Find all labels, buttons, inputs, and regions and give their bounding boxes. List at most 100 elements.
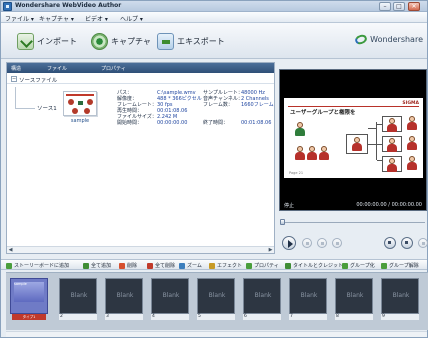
slot-number: 4	[151, 314, 189, 320]
user-figure-icon	[294, 122, 306, 136]
stop-icon	[306, 242, 309, 245]
close-button[interactable]: ✕	[408, 2, 420, 11]
clip-frame[interactable]: sample	[10, 278, 48, 314]
storyboard-slot[interactable]: Blank 3	[103, 276, 145, 320]
fullscreen-button[interactable]	[401, 237, 413, 249]
app-window: Wondershare WebVideo Author – □ ✕ ファイル ▾…	[0, 0, 428, 338]
stop-button[interactable]	[302, 238, 312, 248]
column-structure[interactable]: 構造	[11, 65, 21, 72]
window-title: Wondershare WebVideo Author	[15, 2, 122, 9]
group-label: ソースファイル	[19, 78, 58, 84]
storyboard-slot[interactable]: Blank 2	[57, 276, 99, 320]
capture-button[interactable]: キャプチャ	[91, 31, 151, 51]
title-credit-icon	[285, 262, 291, 269]
storyboard-slot[interactable]: Blank 8	[333, 276, 375, 320]
storyboard-scrollbar[interactable]	[6, 331, 427, 337]
minimize-button[interactable]: –	[379, 2, 391, 11]
export-icon	[157, 32, 174, 50]
import-button[interactable]: インポート	[17, 31, 77, 51]
playback-status: 停止	[284, 203, 295, 209]
tree-branch	[15, 108, 35, 109]
properties-icon	[246, 262, 252, 269]
previous-button[interactable]	[317, 238, 327, 248]
menu-capture[interactable]: キャプチャ ▾	[39, 14, 74, 23]
menu-video[interactable]: ビデオ ▾	[85, 14, 108, 23]
next-button[interactable]	[332, 238, 342, 248]
props-left-values: C:\sample.wmv 488 * 366ピクセル 30 fps 00:01…	[157, 90, 202, 126]
user-figure-icon	[306, 146, 318, 160]
seek-slider[interactable]	[280, 219, 425, 225]
action-label: エフェクト	[217, 263, 243, 269]
user-figure-icon	[406, 156, 418, 170]
source-file-row[interactable]: ソース1 sample パス： 解像度： フレームレート： 再生時間： ファイル…	[7, 87, 274, 133]
collapse-icon[interactable]: −	[11, 76, 17, 82]
title-credit-button[interactable]: タイトルとクレジット	[285, 262, 343, 269]
storyboard-action-bar: ストーリーボードに追加 全て追加 削除 全て削除 ズーム エフェクト プロパティ…	[1, 259, 427, 270]
source-label: ソース1	[37, 106, 57, 112]
storyboard-slot[interactable]: Blank 9	[379, 276, 424, 320]
seek-handle[interactable]	[280, 219, 285, 225]
delete-icon	[119, 262, 125, 269]
slide-rule	[288, 106, 419, 107]
add-to-storyboard-button[interactable]: ストーリーボードに追加	[6, 262, 69, 269]
prop-label: 開始時間：	[117, 120, 143, 126]
source-thumbnail[interactable]	[63, 91, 97, 116]
effect-icon	[209, 262, 215, 269]
slot-number: 2	[59, 314, 97, 320]
zoom-button[interactable]: ズーム	[179, 262, 202, 269]
props-right-values: 48000 Hz 2 Channels 1660フレーム 00:01:08.06	[241, 90, 274, 126]
props-left-labels: パス： 解像度： フレームレート： 再生時間： ファイルサイズ： 開始時間：	[117, 90, 157, 126]
play-button[interactable]	[282, 236, 296, 250]
import-label: インポート	[37, 36, 77, 46]
preview-player[interactable]: SIGMA ユーザーグループと権限を Page 21 停止 00:00:00.0…	[279, 69, 427, 211]
prop-value: 00:00:00.00	[157, 120, 188, 126]
effect-button[interactable]: エフェクト	[209, 262, 242, 269]
properties-button[interactable]: プロパティ	[246, 262, 279, 269]
user-figure-icon	[294, 146, 306, 160]
menu-file[interactable]: ファイル ▾	[5, 14, 34, 23]
preview-slide: SIGMA ユーザーグループと権限を Page 21	[284, 98, 423, 178]
source-library-panel: 構造 ファイル プロパティ − ソースファイル ソース1 sample パス：	[6, 62, 275, 254]
menu-help[interactable]: ヘルプ ▾	[120, 14, 143, 23]
delete-button[interactable]: 削除	[119, 262, 137, 269]
slot-placeholder: Blank	[346, 292, 364, 299]
snapshot-button[interactable]	[384, 237, 396, 249]
slot-number: 7	[289, 314, 327, 320]
storyboard-slot[interactable]: Blank 4	[149, 276, 191, 320]
action-label: ズーム	[187, 263, 202, 269]
seek-track[interactable]	[280, 222, 425, 223]
tree-line	[15, 87, 16, 109]
action-label: 全て追加	[91, 263, 112, 269]
maximize-button[interactable]: □	[393, 2, 405, 11]
thumbnail-caption: sample	[70, 118, 90, 124]
column-properties[interactable]: プロパティ	[101, 65, 126, 72]
ungroup-button[interactable]: グループ解除	[381, 262, 419, 269]
slot-number: 5	[197, 314, 235, 320]
storyboard-clip-1[interactable]: sample タイプ1	[8, 276, 50, 320]
action-label: グループ化	[350, 263, 375, 269]
title-bar: Wondershare WebVideo Author – □ ✕	[1, 1, 427, 12]
delete-all-icon	[147, 262, 153, 269]
library-header: 構造 ファイル プロパティ	[7, 63, 274, 73]
source-files-group[interactable]: − ソースファイル	[7, 75, 274, 84]
slot-placeholder: Blank	[162, 292, 180, 299]
library-horizontal-scrollbar[interactable]: ◀ ▶	[7, 246, 274, 253]
storyboard-slot[interactable]: Blank 7	[287, 276, 329, 320]
storyboard-slot[interactable]: Blank 6	[241, 276, 283, 320]
slot-number: 6	[243, 314, 281, 320]
export-button[interactable]: エキスポート	[157, 31, 225, 51]
scroll-left-icon[interactable]: ◀	[7, 247, 14, 253]
fullscreen-icon	[405, 241, 408, 244]
group-button[interactable]: グループ化	[342, 262, 375, 269]
clip-label: タイプ1	[12, 314, 46, 320]
add-all-button[interactable]: 全て追加	[83, 262, 111, 269]
timecode: 00:00:00.00 / 00:00:00.00	[356, 202, 422, 208]
slot-placeholder: Blank	[392, 292, 410, 299]
delete-all-button[interactable]: 全て削除	[147, 262, 175, 269]
next-icon	[336, 242, 339, 245]
scroll-right-icon[interactable]: ▶	[267, 247, 274, 253]
volume-button[interactable]	[418, 238, 428, 248]
user-figure-icon	[386, 158, 398, 172]
storyboard-slot[interactable]: Blank 5	[195, 276, 237, 320]
column-file[interactable]: ファイル	[47, 65, 67, 72]
